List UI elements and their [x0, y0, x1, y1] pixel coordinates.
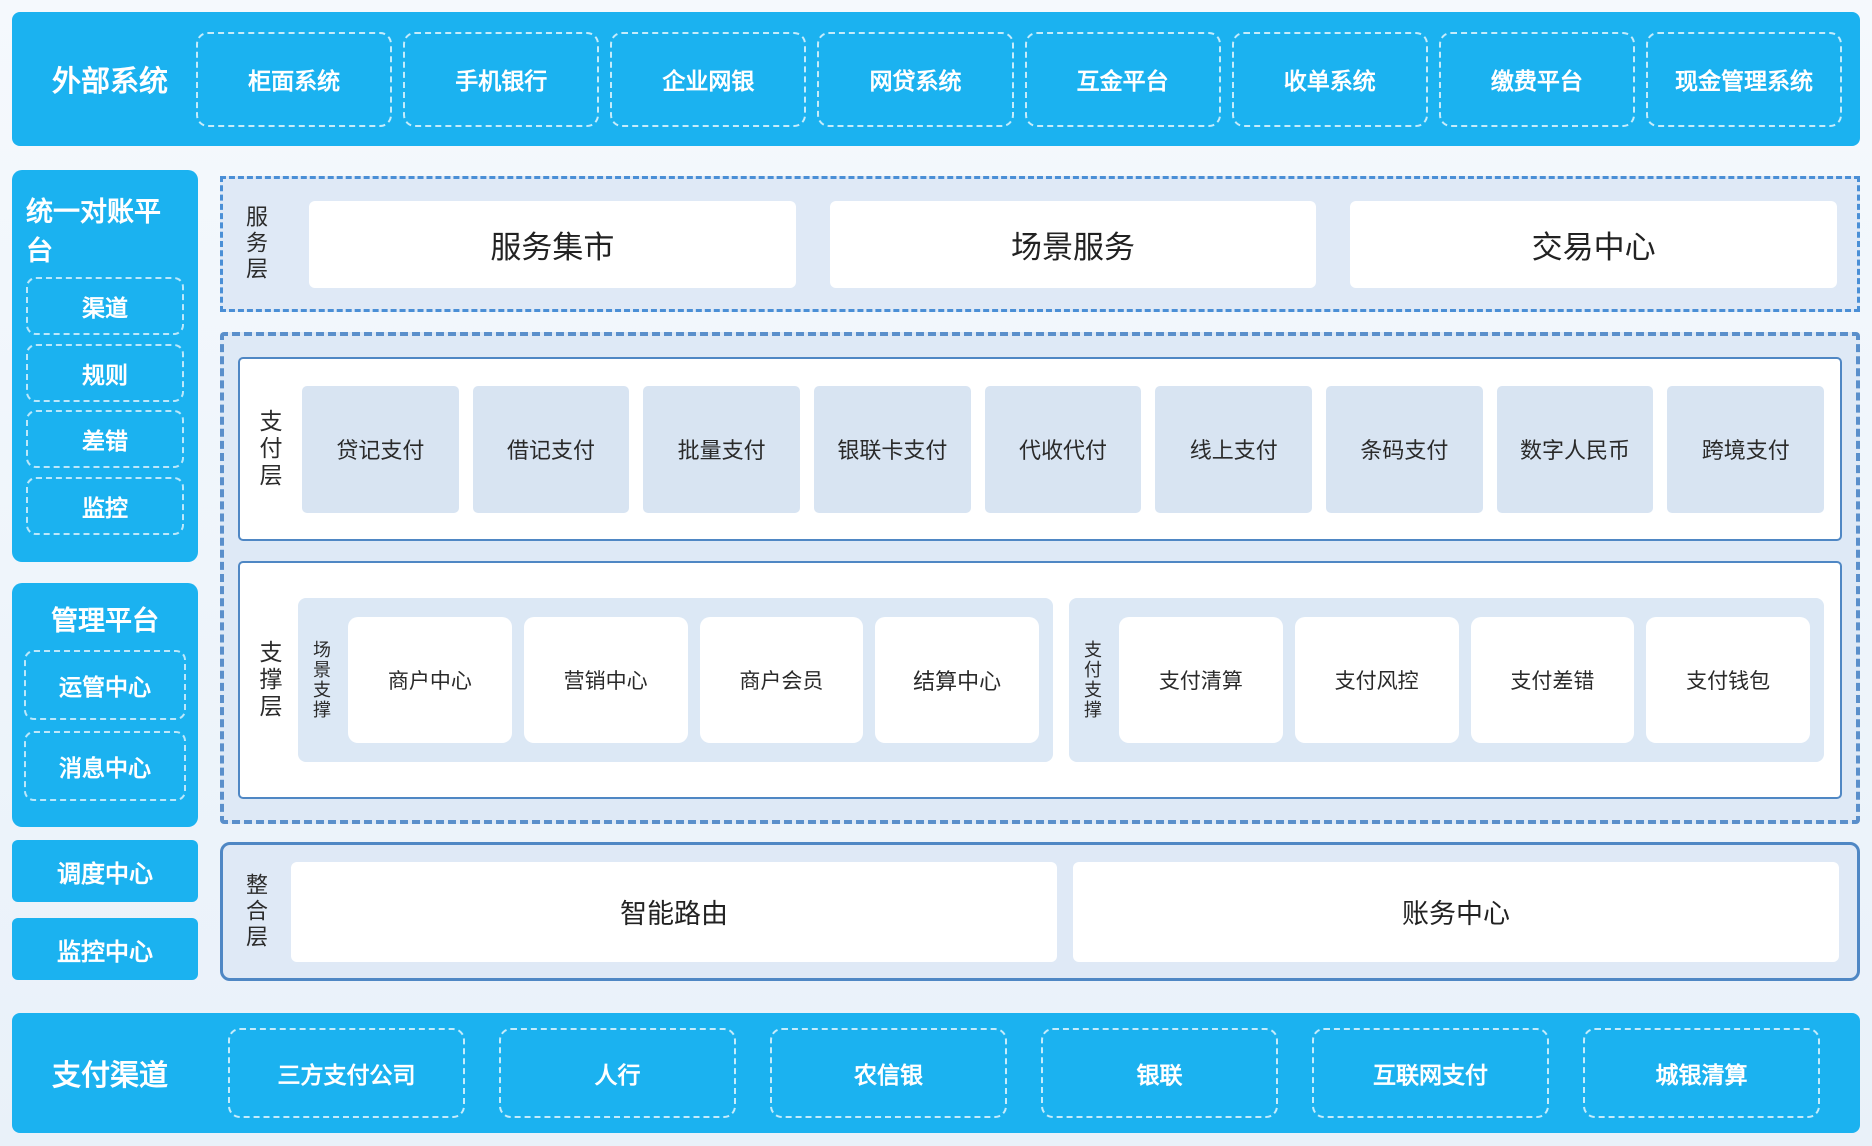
recon-item-errors: 差错 — [26, 410, 184, 468]
payment-layer: 支付层 贷记支付 借记支付 批量支付 银联卡支付 代收代付 线上支付 条码支付 … — [238, 357, 1842, 541]
integration-layer: 整合层 智能路由 账务中心 — [220, 842, 1860, 981]
integration-layer-label: 整合层 — [235, 873, 275, 951]
support-box-settlement-center: 结算中心 — [875, 617, 1039, 743]
recon-platform-title: 统一对账平台 — [26, 190, 184, 268]
external-system-bill-payment: 缴费平台 — [1439, 32, 1635, 127]
external-systems-bar: 外部系统 柜面系统 手机银行 企业网银 网贷系统 互金平台 收单系统 缴费平台 … — [12, 12, 1860, 146]
payment-box-online: 线上支付 — [1155, 386, 1312, 513]
external-systems-title: 外部系统 — [52, 58, 168, 100]
support-box-payment-wallet: 支付钱包 — [1646, 617, 1810, 743]
core-dashed-container: 支付层 贷记支付 借记支付 批量支付 银联卡支付 代收代付 线上支付 条码支付 … — [220, 332, 1860, 824]
payment-layer-label: 支付层 — [250, 409, 288, 490]
payment-box-barcode: 条码支付 — [1326, 386, 1483, 513]
service-layer-label: 服务层 — [235, 205, 275, 283]
support-box-payment-risk: 支付风控 — [1295, 617, 1459, 743]
mgmt-platform-items: 运管中心 消息中心 — [24, 638, 186, 813]
support-box-payment-errors: 支付差错 — [1471, 617, 1635, 743]
payment-box-digital-rmb: 数字人民币 — [1497, 386, 1654, 513]
external-systems-items: 柜面系统 手机银行 企业网银 网贷系统 互金平台 收单系统 缴费平台 现金管理系… — [196, 32, 1842, 127]
integration-box-smart-routing: 智能路由 — [291, 862, 1057, 962]
channel-unionpay: 银联 — [1041, 1028, 1278, 1118]
scene-support-group: 场景支撑 商户中心 营销中心 商户会员 结算中心 — [298, 598, 1053, 762]
external-system-acquiring: 收单系统 — [1232, 32, 1428, 127]
service-box-market: 服务集市 — [309, 201, 796, 288]
external-system-internet-finance: 互金平台 — [1025, 32, 1221, 127]
payment-box-batch: 批量支付 — [643, 386, 800, 513]
payment-box-credit: 贷记支付 — [302, 386, 459, 513]
mgmt-platform-title: 管理平台 — [51, 599, 159, 638]
payment-box-crossborder: 跨境支付 — [1667, 386, 1824, 513]
middle-zone: 统一对账平台 渠道 规则 差错 监控 管理平台 运管中心 消息中心 调度中心 监… — [12, 170, 1860, 981]
recon-platform-block: 统一对账平台 渠道 规则 差错 监控 — [12, 170, 198, 562]
mgmt-item-operations-center: 运管中心 — [24, 650, 186, 720]
integration-box-accounting-center: 账务中心 — [1073, 862, 1839, 962]
service-layer: 服务层 服务集市 场景服务 交易中心 — [220, 176, 1860, 312]
mgmt-platform-block: 管理平台 运管中心 消息中心 — [12, 583, 198, 827]
channel-rural-credit-bank: 农信银 — [770, 1028, 1007, 1118]
scene-support-label: 场景支撑 — [306, 640, 336, 720]
payment-channels-items: 三方支付公司 人行 农信银 银联 互联网支付 城银清算 — [228, 1028, 1820, 1118]
recon-item-channel: 渠道 — [26, 277, 184, 335]
support-box-merchant-member: 商户会员 — [700, 617, 864, 743]
left-sidebar: 统一对账平台 渠道 规则 差错 监控 管理平台 运管中心 消息中心 调度中心 监… — [12, 170, 198, 981]
support-box-merchant-center: 商户中心 — [348, 617, 512, 743]
external-system-counter: 柜面系统 — [196, 32, 392, 127]
recon-item-rules: 规则 — [26, 344, 184, 402]
payment-box-unionpay-card: 银联卡支付 — [814, 386, 971, 513]
external-system-corporate-ebank: 企业网银 — [610, 32, 806, 127]
recon-item-monitoring: 监控 — [26, 477, 184, 535]
payment-support-label: 支付支撑 — [1077, 640, 1107, 720]
support-layer: 支撑层 场景支撑 商户中心 营销中心 商户会员 结算中心 支付支撑 支付清算 支… — [238, 561, 1842, 799]
channel-city-bank-clearing: 城银清算 — [1583, 1028, 1820, 1118]
support-box-payment-clearing: 支付清算 — [1119, 617, 1283, 743]
support-box-marketing-center: 营销中心 — [524, 617, 688, 743]
mgmt-item-message-center: 消息中心 — [24, 731, 186, 801]
payment-support-group: 支付支撑 支付清算 支付风控 支付差错 支付钱包 — [1069, 598, 1824, 762]
support-layer-label: 支撑层 — [250, 640, 288, 721]
channel-third-party-payment: 三方支付公司 — [228, 1028, 465, 1118]
payment-channels-title: 支付渠道 — [52, 1052, 168, 1094]
dispatch-center-block: 调度中心 — [12, 840, 198, 902]
support-groups: 场景支撑 商户中心 营销中心 商户会员 结算中心 支付支撑 支付清算 支付风控 … — [298, 563, 1824, 797]
external-system-online-loan: 网贷系统 — [817, 32, 1013, 127]
service-box-scene: 场景服务 — [830, 201, 1317, 288]
service-box-trade-center: 交易中心 — [1350, 201, 1837, 288]
external-system-mobile-banking: 手机银行 — [403, 32, 599, 127]
external-system-cash-mgmt: 现金管理系统 — [1646, 32, 1842, 127]
payment-box-debit: 借记支付 — [473, 386, 630, 513]
channel-internet-payment: 互联网支付 — [1312, 1028, 1549, 1118]
main-column: 服务层 服务集市 场景服务 交易中心 支付层 贷记支付 借记支付 批量支付 银联… — [220, 170, 1860, 981]
channel-pboc: 人行 — [499, 1028, 736, 1118]
monitor-center-block: 监控中心 — [12, 918, 198, 980]
payment-channels-bar: 支付渠道 三方支付公司 人行 农信银 银联 互联网支付 城银清算 — [12, 1013, 1860, 1133]
payment-box-collection: 代收代付 — [985, 386, 1142, 513]
recon-platform-items: 渠道 规则 差错 监控 — [26, 268, 184, 544]
